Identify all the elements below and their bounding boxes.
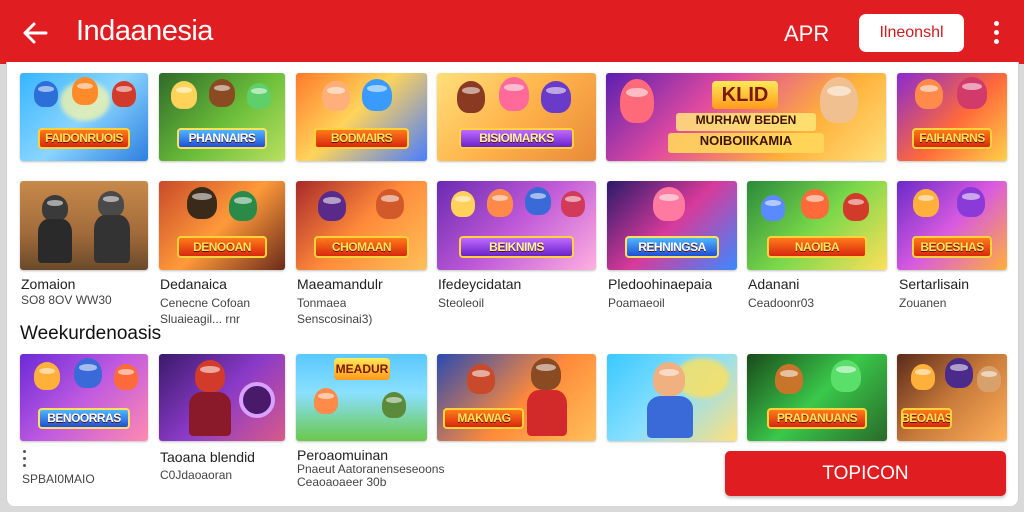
game-tile[interactable]: NAOIBA <box>747 181 887 270</box>
game-tile[interactable] <box>20 181 148 270</box>
tile-banner: REHNINGSA <box>625 236 719 258</box>
game-tile[interactable]: PHANNAIRS <box>159 73 285 161</box>
game-tile[interactable] <box>159 354 285 441</box>
game-subtitle: Tonmaea <box>297 296 347 310</box>
game-subtitle: Cenecne Cofoan <box>160 296 251 310</box>
tile-banner: BEOAIAS <box>901 407 952 429</box>
game-tile[interactable]: BENOORRAS <box>20 354 148 441</box>
game-title[interactable]: Zomaion <box>21 276 75 292</box>
game-subtitle: Ceaoaoaeer 30b <box>297 475 387 489</box>
game-title[interactable]: Dedanaica <box>160 276 227 292</box>
tile-banner: BEOESHAS <box>912 236 992 258</box>
game-tile[interactable]: BISIOIMARKS <box>437 73 596 161</box>
topicon-button[interactable]: TOPICON <box>725 451 1006 496</box>
game-subtitle: Ceadoonr03 <box>748 296 815 310</box>
app-bar: Indaanesia APR Ilneonshl <box>0 0 1024 64</box>
tile-line2: NOIBOIIKAMIA <box>668 133 824 153</box>
game-subtitle: Poamaeoil <box>608 296 665 310</box>
tile-banner: FAIDONRUOIS <box>37 127 131 149</box>
tile-banner: NAOIBA <box>766 236 868 258</box>
game-title[interactable]: Maeamandulr <box>297 276 383 292</box>
more-vert-icon[interactable] <box>986 18 1006 48</box>
game-title[interactable]: Taoana blendid <box>160 449 255 465</box>
game-tile-wide[interactable]: KLID MURHAW BEDEN NOIBOIIKAMIA <box>606 73 886 161</box>
tile-banner: DENOOAN <box>176 236 268 258</box>
game-title[interactable]: Adanani <box>748 276 799 292</box>
more-vert-icon[interactable] <box>20 450 28 472</box>
tile-logo: MEADUR <box>334 358 390 380</box>
game-subtitle: SPBAI0MAIO <box>22 472 95 486</box>
tile-banner: PHANNAIRS <box>176 127 268 149</box>
game-tile[interactable]: BEIKNIMS <box>437 181 596 270</box>
tile-banner: BODMAIRS <box>314 127 409 149</box>
game-subtitle: Sluaieagil... rnr <box>160 312 241 326</box>
game-tile[interactable]: PRADANUANS <box>747 354 887 441</box>
tile-banner: PRADANUANS <box>766 407 868 429</box>
game-subtitle: Zouanen <box>899 296 947 310</box>
game-tile[interactable]: FAIHANRNS <box>897 73 1007 161</box>
game-tile[interactable]: MEADUR <box>296 354 427 441</box>
app-title: Indaanesia <box>76 15 213 47</box>
tile-banner: BISIOIMARKS <box>459 127 574 149</box>
back-arrow-icon[interactable] <box>18 16 52 50</box>
game-title[interactable]: Peroaomuinan <box>297 447 388 463</box>
game-subtitle: SO8 8OV WW30 <box>21 293 112 307</box>
game-title[interactable]: Sertarlisain <box>899 276 969 292</box>
tile-banner: BENOORRAS <box>37 407 131 429</box>
tile-logo: KLID <box>712 81 778 109</box>
game-tile[interactable]: BODMAIRS <box>296 73 427 161</box>
tile-banner: CHOMAAN <box>314 236 409 258</box>
tile-banner: MAKWAG <box>443 407 525 429</box>
game-tile[interactable] <box>607 354 737 441</box>
game-tile[interactable]: FAIDONRUOIS <box>20 73 148 161</box>
game-title[interactable]: Ifedeycidatan <box>438 276 521 292</box>
game-tile[interactable]: MAKWAG <box>437 354 596 441</box>
tile-line1: MURHAW BEDEN <box>676 113 816 131</box>
game-subtitle: Senscosinai3) <box>297 312 373 326</box>
tile-banner: BEIKNIMS <box>459 236 574 258</box>
game-title[interactable]: Pledoohinaepaia <box>608 276 712 292</box>
tile-banner: FAIHANRNS <box>912 127 992 149</box>
game-subtitle: Steoleoil <box>438 296 485 310</box>
game-subtitle: Pnaeut Aatoranenseseoons <box>297 462 445 476</box>
section-title: Weekurdenoasis <box>20 323 162 344</box>
game-tile[interactable]: BEOESHAS <box>897 181 1007 270</box>
apr-link[interactable]: APR <box>784 21 829 47</box>
game-tile[interactable]: BEOAIAS <box>897 354 1007 441</box>
game-tile[interactable]: CHOMAAN <box>296 181 427 270</box>
language-button[interactable]: Ilneonshl <box>859 14 964 52</box>
game-tile[interactable]: DENOOAN <box>159 181 285 270</box>
tile-emblem <box>239 382 275 418</box>
game-subtitle: C0Jdaoaoran <box>160 468 233 482</box>
game-tile[interactable]: REHNINGSA <box>607 181 737 270</box>
